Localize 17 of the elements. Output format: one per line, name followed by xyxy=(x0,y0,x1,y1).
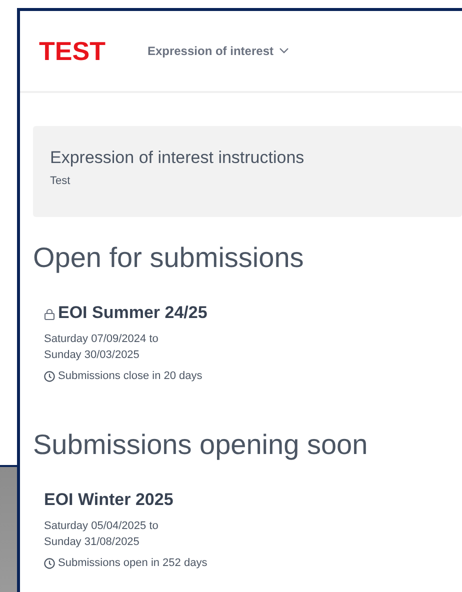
date-range: Sunday 31/08/2025 xyxy=(44,535,140,550)
nav-menu[interactable]: Expression of interest xyxy=(147,44,288,58)
eoi-title[interactable]: EOI Winter 2025 xyxy=(44,490,174,510)
status-text: Submissions close in 20 days xyxy=(58,370,202,382)
instructions-title: Expression of interest instructions xyxy=(50,148,306,168)
date-range: Saturday 05/04/2025 to xyxy=(44,519,160,534)
date-range: Saturday 07/09/2024 to xyxy=(44,332,160,347)
clock-icon xyxy=(44,370,55,382)
section-heading: Open for submissions xyxy=(33,241,305,275)
section-heading: Submissions opening soon xyxy=(33,428,369,462)
eoi-title[interactable]: EOI Summer 24/25 xyxy=(58,303,208,323)
date-range: Sunday 30/03/2025 xyxy=(44,348,140,363)
clock-icon xyxy=(44,558,55,568)
chevron-icon xyxy=(278,48,288,54)
status-text: Submissions open in 252 days xyxy=(58,557,208,569)
instructions-text: Test xyxy=(50,175,72,187)
logo[interactable]: TEST xyxy=(39,36,106,66)
